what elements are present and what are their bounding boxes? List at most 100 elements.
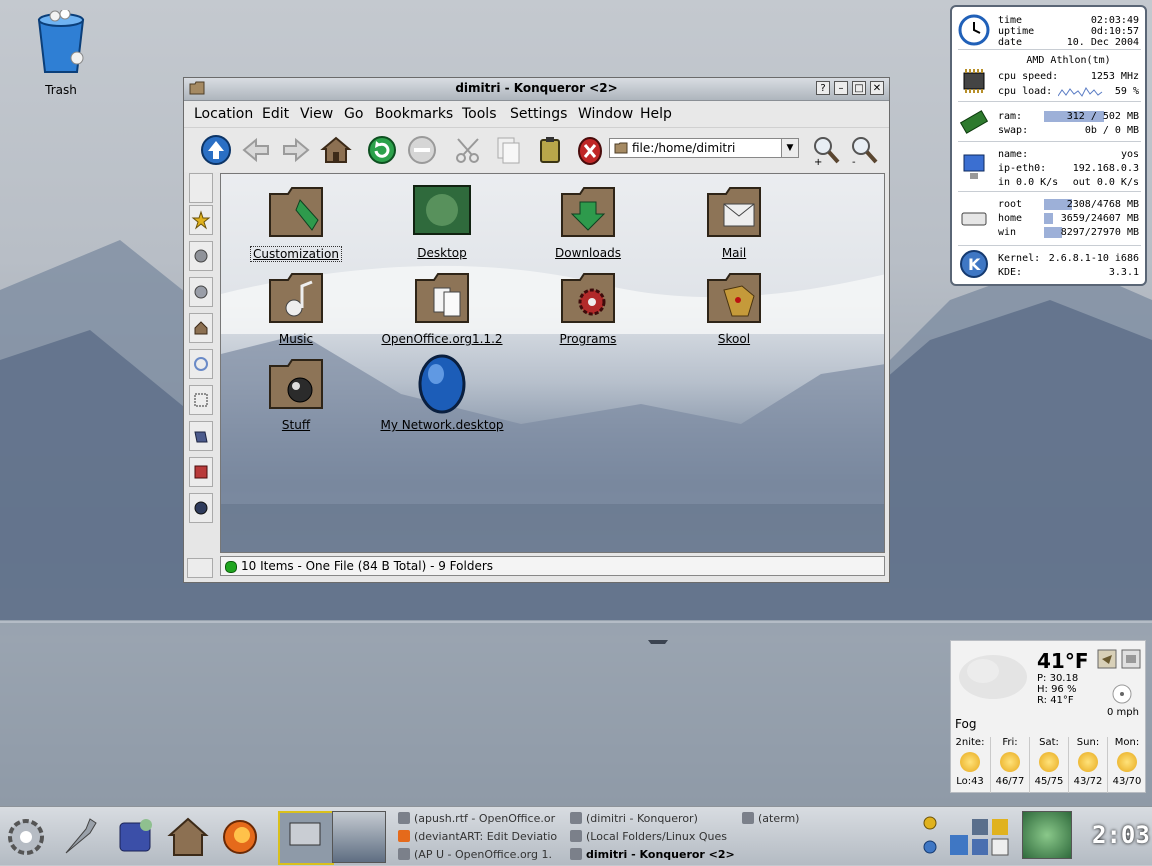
file-item-programs[interactable]: Programs	[523, 266, 653, 346]
tray-network-icon[interactable]	[922, 839, 938, 855]
zoom-in-icon[interactable]: +	[810, 134, 842, 166]
disk-win-value: 8297/27970 MB	[1060, 227, 1139, 238]
panel-clock[interactable]: 2:03	[1092, 821, 1150, 849]
maximize-button[interactable]: □	[852, 81, 866, 95]
sidebar-services-button[interactable]	[189, 421, 213, 451]
stop-icon[interactable]	[406, 134, 438, 166]
file-item-desktop[interactable]: Desktop	[377, 180, 507, 260]
copy-icon[interactable]	[492, 134, 524, 166]
weather-settings-icon[interactable]	[1097, 649, 1117, 669]
forecast-temps: 43/72	[1073, 776, 1103, 787]
menu-bookmarks[interactable]: Bookmarks	[375, 106, 453, 122]
task-deviantart[interactable]: (deviantART: Edit Deviatio	[398, 830, 563, 843]
back-arrow-icon[interactable]	[240, 134, 272, 166]
zoom-out-icon[interactable]: -	[848, 134, 880, 166]
sidebar-home-button[interactable]	[189, 313, 213, 343]
sidebar-devices-button[interactable]	[189, 241, 213, 271]
paste-icon[interactable]	[534, 134, 566, 166]
file-label: Skool	[717, 332, 751, 346]
weather-map-icon[interactable]	[1121, 649, 1141, 669]
sysmon-time-section: time 02:03:49 uptime 0d:10:57 date 10. D…	[958, 11, 1141, 50]
hostname-label: name:	[998, 149, 1029, 160]
sidebar-network-button[interactable]	[189, 385, 213, 415]
task-label: (apush.rtf - OpenOffice.or	[414, 812, 556, 825]
file-item-downloads[interactable]: Downloads	[523, 180, 653, 260]
kde-logo-icon: K	[960, 250, 988, 278]
file-item-openoffice[interactable]: OpenOffice.org1.1.2	[377, 266, 507, 346]
sidebar-web-button[interactable]	[189, 493, 213, 523]
wind-compass-icon	[1112, 684, 1132, 704]
sysmon-disk-section: root 2308/4768 MB home 3659/24607 MB win…	[958, 193, 1141, 246]
sidebar-bookmarks-button[interactable]	[189, 205, 213, 235]
file-item-mail[interactable]: Mail	[669, 180, 799, 260]
sidebar-config-button[interactable]	[189, 173, 213, 203]
minimize-button[interactable]: –	[834, 81, 848, 95]
task-ap-u[interactable]: (AP U - OpenOffice.org 1.	[398, 848, 563, 861]
show-desktop-button[interactable]	[1022, 811, 1072, 859]
wrench-icon[interactable]	[56, 813, 100, 859]
file-item-music[interactable]: Music	[231, 266, 361, 346]
file-item-customization[interactable]: Customization	[231, 180, 361, 262]
forecast-day-name: Fri:	[1002, 737, 1018, 748]
location-combobox[interactable]: file:/home/dimitri ▼	[609, 138, 799, 158]
print-icon[interactable]	[574, 134, 606, 166]
net-out: out 0.0 K/s	[1072, 177, 1139, 188]
menu-window[interactable]: Window	[578, 106, 633, 122]
weather-humidity: H: 96 %	[1037, 684, 1077, 695]
task-konqueror-2[interactable]: dimitri - Konqueror <2>	[570, 848, 735, 861]
forecast-day: Sun: 43/72	[1068, 737, 1107, 793]
forward-arrow-icon[interactable]	[280, 134, 312, 166]
sidebar-footer-button[interactable]	[187, 558, 213, 578]
trash-desktop-icon[interactable]: Trash	[26, 8, 96, 97]
menu-go[interactable]: Go	[344, 106, 363, 122]
task-aterm[interactable]: (aterm)	[742, 812, 862, 825]
desktop-pager-1[interactable]	[278, 811, 334, 865]
tray-smiley-icon[interactable]	[922, 815, 938, 831]
system-monitor-widget: time 02:03:49 uptime 0d:10:57 date 10. D…	[950, 5, 1147, 286]
close-button[interactable]: ✕	[870, 81, 884, 95]
forecast-day-name: Mon:	[1114, 737, 1140, 748]
up-arrow-icon[interactable]	[200, 134, 232, 166]
sidebar-media-button[interactable]	[189, 349, 213, 379]
disk-win-label: win	[998, 227, 1017, 238]
menu-settings[interactable]: Settings	[510, 106, 567, 122]
konsole-icon[interactable]	[114, 813, 158, 859]
desktop-pager-2[interactable]	[332, 811, 386, 863]
home-icon[interactable]	[320, 134, 352, 166]
file-label: Music	[278, 332, 314, 346]
task-apush[interactable]: (apush.rtf - OpenOffice.or	[398, 812, 563, 825]
file-label: Downloads	[555, 246, 621, 260]
date-value: 10. Dec 2004	[1066, 37, 1139, 48]
file-item-skool[interactable]: Skool	[669, 266, 799, 346]
location-dropdown-arrow[interactable]: ▼	[781, 139, 798, 157]
menu-help[interactable]: Help	[640, 106, 672, 122]
file-item-stuff[interactable]: Stuff	[231, 352, 361, 432]
menu-view[interactable]: View	[300, 106, 333, 122]
file-item-my-network[interactable]: My Network.desktop	[377, 352, 507, 432]
kde-panel: (apush.rtf - OpenOffice.or (dimitri - Ko…	[0, 806, 1152, 865]
forecast-temps: 46/77	[995, 776, 1025, 787]
window-titlebar[interactable]: dimitri - Konqueror <2> ? – □ ✕	[184, 78, 889, 101]
menu-location[interactable]: Location	[194, 106, 253, 122]
menu-tools[interactable]: Tools	[462, 106, 497, 122]
sidebar-root-button[interactable]	[189, 457, 213, 487]
cpu-name: AMD Athlon(tm)	[1026, 55, 1111, 66]
folder-openoffice-icon	[415, 273, 469, 323]
home-launcher-icon[interactable]	[166, 813, 210, 859]
task-local-folders[interactable]: (Local Folders/Linux Ques	[570, 830, 735, 843]
status-led-icon	[225, 561, 237, 573]
help-title-button[interactable]: ?	[816, 81, 830, 95]
menubar: Location Edit View Go Bookmarks Tools Se…	[184, 101, 889, 127]
firefox-icon[interactable]	[218, 813, 262, 859]
kmenu-gear-icon[interactable]	[4, 813, 48, 859]
cpu-speed-label: cpu speed:	[998, 71, 1059, 82]
disk-root-value: 2308/4768 MB	[1066, 199, 1139, 210]
task-konqueror[interactable]: (dimitri - Konqueror)	[570, 812, 735, 825]
sidebar-history-button[interactable]	[189, 277, 213, 307]
system-tray-icons[interactable]	[948, 813, 1020, 861]
ip-value: 192.168.0.3	[1072, 163, 1139, 174]
file-label: Programs	[559, 332, 617, 346]
cut-icon[interactable]	[452, 134, 484, 166]
reload-icon[interactable]	[366, 134, 398, 166]
menu-edit[interactable]: Edit	[262, 106, 289, 122]
